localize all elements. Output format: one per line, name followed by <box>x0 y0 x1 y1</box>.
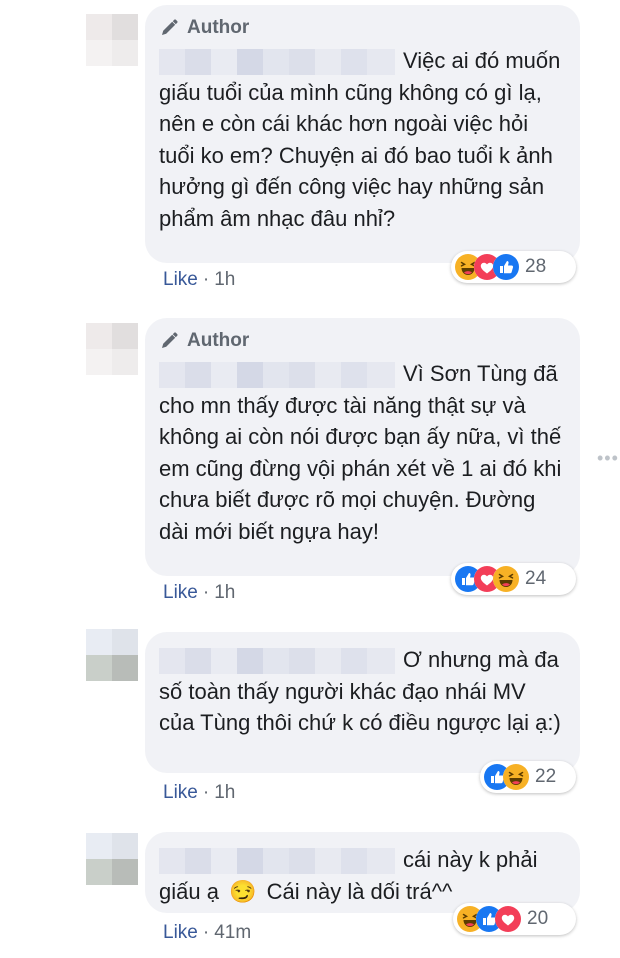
author-badge-label: Author <box>187 330 250 351</box>
reactions-summary[interactable]: 28 <box>451 251 576 283</box>
author-badge: Author <box>159 17 564 39</box>
author-badge-label: Author <box>187 17 250 38</box>
comment-bubble: Ơ nhưng mà đa số toàn thấy người khác đạ… <box>145 632 580 773</box>
comment-body-continued: Cái này là dối trá^^ <box>266 878 453 904</box>
like-link[interactable]: Like <box>163 782 198 804</box>
comment-text: Việc ai đó muốn giấu tuổi của mình cũng … <box>159 45 564 234</box>
avatar[interactable] <box>86 833 138 885</box>
avatar[interactable] <box>86 629 138 681</box>
timestamp[interactable]: 1h <box>214 582 235 604</box>
reaction-count: 20 <box>527 908 549 929</box>
avatar[interactable] <box>86 323 138 375</box>
smirk-emoji-icon: 😏 <box>229 878 257 904</box>
reactions-summary[interactable]: 20 <box>453 903 576 935</box>
reaction-count: 24 <box>525 568 547 589</box>
comment-text: Ơ nhưng mà đa số toàn thấy người khác đạ… <box>159 644 564 739</box>
pencil-icon <box>162 332 178 348</box>
haha-reaction-icon <box>493 566 519 592</box>
blurred-commenter-name[interactable] <box>159 49 395 75</box>
comment-text: cái này k phải giấu ạ 😏 Cái này là dối t… <box>159 844 564 907</box>
comment-actions: Like · 1h <box>163 782 235 804</box>
comment-body: Việc ai đó muốn giấu tuổi của mình cũng … <box>159 48 561 231</box>
comment-bubble: Author Việc ai đó muốn giấu tuổi của mìn… <box>145 5 580 263</box>
timestamp[interactable]: 41m <box>214 922 251 944</box>
timestamp[interactable]: 1h <box>214 782 235 804</box>
comment-actions: Like · 1h <box>163 582 235 604</box>
reactions-summary[interactable]: 24 <box>451 563 576 595</box>
like-link[interactable]: Like <box>163 269 198 291</box>
haha-reaction-icon <box>503 764 529 790</box>
blurred-commenter-name[interactable] <box>159 362 395 388</box>
like-link[interactable]: Like <box>163 922 198 944</box>
separator-dot: · <box>202 269 210 290</box>
timestamp[interactable]: 1h <box>214 269 235 291</box>
comment-bubble: Author Vì Sơn Tùng đã cho mn thấy được t… <box>145 318 580 576</box>
reactions-summary[interactable]: 22 <box>480 761 576 793</box>
separator-dot: · <box>202 922 210 943</box>
reaction-count: 28 <box>525 256 547 277</box>
author-badge: Author <box>159 330 564 352</box>
comment-actions: Like · 41m <box>163 922 251 944</box>
love-reaction-icon <box>495 906 521 932</box>
separator-dot: · <box>202 782 210 803</box>
pencil-icon <box>162 19 178 35</box>
separator-dot: · <box>202 582 210 603</box>
comment-bubble: cái này k phải giấu ạ 😏 Cái này là dối t… <box>145 832 580 913</box>
blurred-commenter-name[interactable] <box>159 648 395 674</box>
blurred-commenter-name[interactable] <box>159 848 395 874</box>
like-link[interactable]: Like <box>163 582 198 604</box>
comment-body: Vì Sơn Tùng đã cho mn thấy được tài năng… <box>159 361 562 544</box>
comment-actions: Like · 1h <box>163 269 235 291</box>
more-horizontal-icon[interactable]: ••• <box>597 448 619 469</box>
reaction-count: 22 <box>535 766 557 787</box>
avatar[interactable] <box>86 14 138 66</box>
like-reaction-icon <box>493 254 519 280</box>
comment-text: Vì Sơn Tùng đã cho mn thấy được tài năng… <box>159 358 564 547</box>
